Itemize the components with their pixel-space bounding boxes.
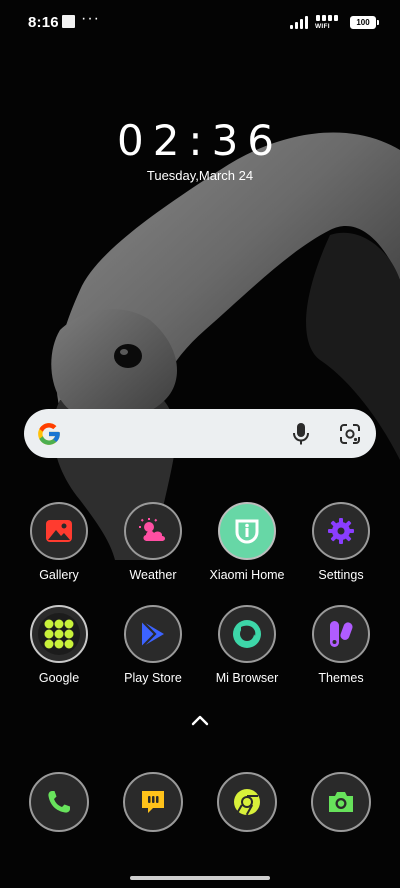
date-label[interactable]: Tuesday,March 24 xyxy=(0,168,400,183)
google-g-icon xyxy=(38,423,60,445)
app-mi-browser[interactable]: Mi Browser xyxy=(200,605,294,685)
messages-icon xyxy=(123,772,183,832)
gallery-icon xyxy=(30,502,88,560)
app-label: Play Store xyxy=(124,671,182,685)
themes-icon xyxy=(312,605,370,663)
clock-widget[interactable]: 02:36 xyxy=(0,116,400,165)
xiaomi-home-icon xyxy=(218,502,276,560)
google-folder-icon xyxy=(30,605,88,663)
app-xiaomi-home[interactable]: Xiaomi Home xyxy=(200,502,294,582)
dock-messages[interactable] xyxy=(106,772,200,832)
home-indicator[interactable] xyxy=(130,876,270,880)
signal-icon xyxy=(290,15,308,29)
dock-camera[interactable] xyxy=(294,772,388,832)
phone-icon xyxy=(29,772,89,832)
status-time: 8:16 xyxy=(28,14,59,31)
status-bar: 8:16 ··· WIFI 100 xyxy=(0,0,400,44)
chevron-up-icon[interactable] xyxy=(189,712,211,728)
app-settings[interactable]: Settings xyxy=(294,502,388,582)
app-label: Weather xyxy=(129,568,177,582)
google-lens-icon[interactable] xyxy=(339,423,361,445)
chrome-icon xyxy=(217,772,277,832)
camera-icon xyxy=(311,772,371,832)
weather-icon xyxy=(124,502,182,560)
app-play-store[interactable]: Play Store xyxy=(106,605,200,685)
settings-gear-icon xyxy=(312,502,370,560)
app-label: Gallery xyxy=(39,568,79,582)
play-store-icon xyxy=(124,605,182,663)
dock-phone[interactable] xyxy=(12,772,106,832)
wifi-label: WIFI xyxy=(315,23,330,30)
app-label: Google xyxy=(38,671,80,685)
status-indicators: WIFI 100 xyxy=(290,13,379,31)
app-weather[interactable]: Weather xyxy=(106,502,200,582)
browser-icon xyxy=(218,605,276,663)
app-label: Mi Browser xyxy=(215,671,279,685)
microphone-icon[interactable] xyxy=(291,422,311,446)
battery-level: 100 xyxy=(356,17,370,27)
app-label: Settings xyxy=(318,568,364,582)
app-label: Themes xyxy=(318,671,364,685)
google-search-bar[interactable] xyxy=(24,409,376,458)
app-label: Xiaomi Home xyxy=(209,568,285,582)
wifi-icon: WIFI xyxy=(315,14,343,30)
notification-icon xyxy=(62,15,75,28)
dock-chrome[interactable] xyxy=(200,772,294,832)
app-gallery[interactable]: Gallery xyxy=(12,502,106,582)
more-dots-icon: ··· xyxy=(81,10,100,27)
app-themes[interactable]: Themes xyxy=(294,605,388,685)
app-google-folder[interactable]: Google xyxy=(12,605,106,685)
battery-icon: 100 xyxy=(350,15,379,29)
